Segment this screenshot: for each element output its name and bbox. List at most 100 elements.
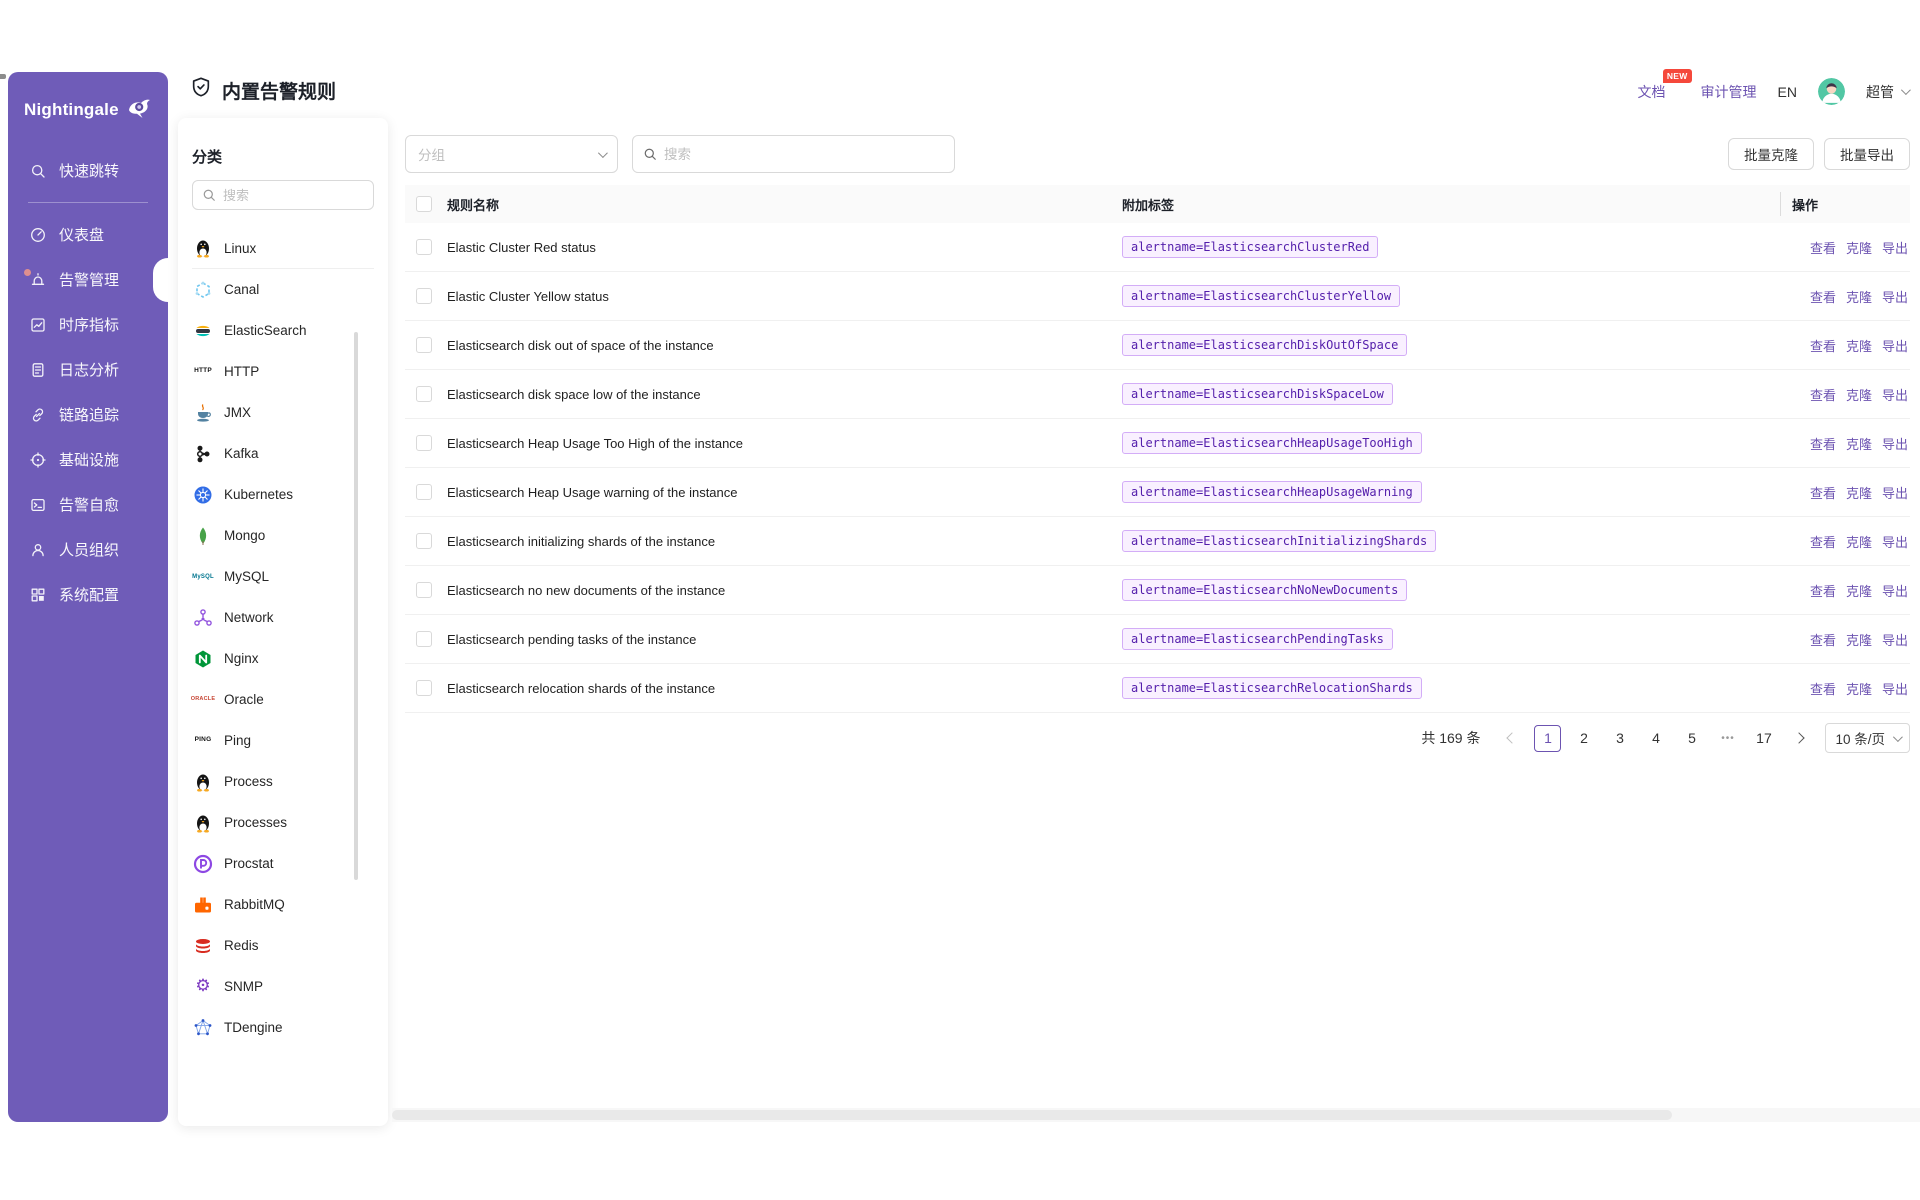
view-link[interactable]: 查看 bbox=[1810, 287, 1836, 306]
user-menu[interactable]: 超管 bbox=[1866, 82, 1908, 102]
category-item-redis[interactable]: Redis bbox=[192, 925, 374, 966]
sidebar-item-system-config[interactable]: 系统配置 bbox=[8, 572, 168, 617]
horizontal-scrollbar-track[interactable] bbox=[392, 1108, 1920, 1122]
page-ellipsis[interactable]: ••• bbox=[1714, 725, 1741, 752]
sidebar-item-metrics[interactable]: 时序指标 bbox=[8, 302, 168, 347]
page-17[interactable]: 17 bbox=[1750, 725, 1777, 752]
sidebar-item-dashboard[interactable]: 仪表盘 bbox=[8, 212, 168, 257]
page-3[interactable]: 3 bbox=[1606, 725, 1633, 752]
row-checkbox[interactable] bbox=[416, 680, 432, 696]
clone-link[interactable]: 克隆 bbox=[1846, 385, 1872, 404]
export-link[interactable]: 导出 bbox=[1882, 679, 1908, 698]
row-checkbox[interactable] bbox=[416, 386, 432, 402]
category-item-linux[interactable]: Linux bbox=[192, 228, 374, 269]
export-link[interactable]: 导出 bbox=[1882, 385, 1908, 404]
category-item-elasticsearch[interactable]: ElasticSearch bbox=[192, 310, 374, 351]
clone-link[interactable]: 克隆 bbox=[1846, 483, 1872, 502]
page-4[interactable]: 4 bbox=[1642, 725, 1669, 752]
page-2[interactable]: 2 bbox=[1570, 725, 1597, 752]
row-checkbox[interactable] bbox=[416, 239, 432, 255]
category-item-oracle[interactable]: ORACLE Oracle bbox=[192, 679, 374, 720]
audit-link[interactable]: 审计管理 bbox=[1701, 82, 1757, 102]
view-link[interactable]: 查看 bbox=[1810, 679, 1836, 698]
language-switch[interactable]: EN bbox=[1778, 84, 1797, 100]
clone-link[interactable]: 克隆 bbox=[1846, 434, 1872, 453]
bulk-export-button[interactable]: 批量导出 bbox=[1824, 138, 1910, 170]
page-5[interactable]: 5 bbox=[1678, 725, 1705, 752]
brand-logo[interactable]: Nightingale bbox=[8, 72, 168, 126]
page-1[interactable]: 1 bbox=[1534, 725, 1561, 752]
clone-link[interactable]: 克隆 bbox=[1846, 630, 1872, 649]
select-all-checkbox[interactable] bbox=[416, 196, 432, 212]
sidebar-item-quick-jump[interactable]: 快速跳转 bbox=[8, 148, 168, 193]
category-item-mongo[interactable]: Mongo bbox=[192, 515, 374, 556]
bulk-clone-button[interactable]: 批量克隆 bbox=[1728, 138, 1814, 170]
sidebar-item-log-analysis[interactable]: 日志分析 bbox=[8, 347, 168, 392]
clone-link[interactable]: 克隆 bbox=[1846, 238, 1872, 257]
view-link[interactable]: 查看 bbox=[1810, 238, 1836, 257]
page-size-select[interactable]: 10 条/页 bbox=[1825, 723, 1910, 753]
view-link[interactable]: 查看 bbox=[1810, 336, 1836, 355]
rule-name: Elasticsearch no new documents of the in… bbox=[447, 583, 1122, 598]
group-select[interactable]: 分组 bbox=[405, 135, 618, 173]
clone-link[interactable]: 克隆 bbox=[1846, 679, 1872, 698]
user-avatar[interactable] bbox=[1818, 78, 1845, 105]
category-item-process[interactable]: Process bbox=[192, 761, 374, 802]
category-item-tdengine[interactable]: TDengine bbox=[192, 1007, 374, 1048]
rules-search[interactable] bbox=[632, 135, 955, 173]
rules-search-input[interactable] bbox=[664, 147, 944, 162]
category-item-mysql[interactable]: MySQL MySQL bbox=[192, 556, 374, 597]
row-checkbox[interactable] bbox=[416, 337, 432, 353]
category-item-jmx[interactable]: JMX bbox=[192, 392, 374, 433]
view-link[interactable]: 查看 bbox=[1810, 385, 1836, 404]
category-item-canal[interactable]: Canal bbox=[192, 269, 374, 310]
row-checkbox[interactable] bbox=[416, 533, 432, 549]
horizontal-scrollbar-thumb[interactable] bbox=[392, 1110, 1672, 1120]
category-search-input[interactable] bbox=[223, 188, 343, 203]
category-item-processes[interactable]: Processes bbox=[192, 802, 374, 843]
category-item-kafka[interactable]: Kafka bbox=[192, 433, 374, 474]
sidebar-item-tracing[interactable]: 链路追踪 bbox=[8, 392, 168, 437]
row-checkbox[interactable] bbox=[416, 582, 432, 598]
category-item-network[interactable]: Network bbox=[192, 597, 374, 638]
clone-link[interactable]: 克隆 bbox=[1846, 287, 1872, 306]
clone-link[interactable]: 克隆 bbox=[1846, 336, 1872, 355]
row-checkbox[interactable] bbox=[416, 435, 432, 451]
export-link[interactable]: 导出 bbox=[1882, 532, 1908, 551]
prev-page-button[interactable] bbox=[1499, 725, 1525, 751]
docs-link[interactable]: 文档 NEW bbox=[1638, 82, 1666, 102]
category-scrollbar[interactable] bbox=[354, 332, 358, 880]
export-link[interactable]: 导出 bbox=[1882, 434, 1908, 453]
category-search[interactable] bbox=[192, 180, 374, 210]
sidebar-item-infrastructure[interactable]: 基础设施 bbox=[8, 437, 168, 482]
category-item-ping[interactable]: PING Ping bbox=[192, 720, 374, 761]
export-link[interactable]: 导出 bbox=[1882, 287, 1908, 306]
sidebar-item-alert-management[interactable]: 告警管理 bbox=[8, 257, 168, 302]
row-checkbox[interactable] bbox=[416, 288, 432, 304]
category-item-kubernetes[interactable]: Kubernetes bbox=[192, 474, 374, 515]
clone-link[interactable]: 克隆 bbox=[1846, 532, 1872, 551]
export-link[interactable]: 导出 bbox=[1882, 336, 1908, 355]
view-link[interactable]: 查看 bbox=[1810, 581, 1836, 600]
view-link[interactable]: 查看 bbox=[1810, 483, 1836, 502]
next-page-button[interactable] bbox=[1786, 725, 1812, 751]
row-checkbox[interactable] bbox=[416, 484, 432, 500]
sidebar-item-self-healing[interactable]: 告警自愈 bbox=[8, 482, 168, 527]
view-link[interactable]: 查看 bbox=[1810, 630, 1836, 649]
export-link[interactable]: 导出 bbox=[1882, 581, 1908, 600]
category-item-rabbitmq[interactable]: RabbitMQ bbox=[192, 884, 374, 925]
sidebar-item-people-org[interactable]: 人员组织 bbox=[8, 527, 168, 572]
clone-link[interactable]: 克隆 bbox=[1846, 581, 1872, 600]
export-link[interactable]: 导出 bbox=[1882, 238, 1908, 257]
sidebar-collapse-handle[interactable] bbox=[0, 74, 6, 79]
row-checkbox[interactable] bbox=[416, 631, 432, 647]
table-row: Elasticsearch Heap Usage warning of the … bbox=[405, 468, 1910, 517]
category-item-snmp[interactable]: ⚙ SNMP bbox=[192, 966, 374, 1007]
export-link[interactable]: 导出 bbox=[1882, 630, 1908, 649]
category-item-procstat[interactable]: Procstat bbox=[192, 843, 374, 884]
view-link[interactable]: 查看 bbox=[1810, 532, 1836, 551]
export-link[interactable]: 导出 bbox=[1882, 483, 1908, 502]
category-item-http[interactable]: HTTP HTTP bbox=[192, 351, 374, 392]
category-item-nginx[interactable]: Nginx bbox=[192, 638, 374, 679]
view-link[interactable]: 查看 bbox=[1810, 434, 1836, 453]
